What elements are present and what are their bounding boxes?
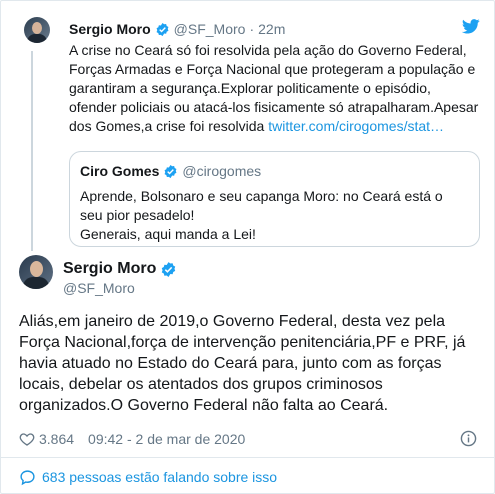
tweet-timestamp[interactable]: 09:42 - 2 de mar de 2020 — [88, 431, 245, 447]
quoted-tweet-link[interactable]: twitter.com/cirogomes/stat… — [268, 118, 444, 134]
author-handle[interactable]: @SF_Moro — [174, 21, 246, 37]
parent-tweet[interactable]: Sergio Moro @SF_Moro · 22m A crise no Ce… — [11, 11, 486, 251]
quoted-author-name[interactable]: Ciro Gomes — [80, 163, 159, 179]
quoted-text-line: Generais, aqui manda a Lei! — [80, 226, 256, 242]
heart-icon[interactable] — [19, 431, 35, 447]
verified-badge-icon — [162, 261, 176, 277]
author-handle[interactable]: @SF_Moro — [63, 280, 135, 296]
author-name[interactable]: Sergio Moro — [69, 21, 151, 37]
quoted-tweet[interactable]: Ciro Gomes @cirogomes Aprende, Bolsonaro… — [69, 151, 480, 247]
parent-tweet-header: Sergio Moro @SF_Moro · 22m — [69, 19, 285, 39]
quoted-tweet-header: Ciro Gomes @cirogomes — [80, 161, 469, 181]
like-count[interactable]: 3.864 — [39, 431, 74, 447]
avatar[interactable] — [19, 255, 53, 289]
main-tweet-header: Sergio Moro — [63, 260, 181, 278]
quoted-text-line: Aprende, Bolsonaro e seu capanga Moro: n… — [80, 188, 443, 223]
info-icon[interactable] — [460, 430, 477, 447]
twitter-bird-icon[interactable] — [462, 19, 480, 34]
quoted-author-handle[interactable]: @cirogomes — [182, 163, 261, 179]
divider — [1, 457, 495, 458]
verified-badge-icon — [156, 22, 169, 36]
avatar[interactable] — [24, 17, 50, 43]
verified-badge-icon — [164, 164, 177, 178]
tweet-actions: 3.864 09:42 - 2 de mar de 2020 — [19, 429, 479, 449]
quoted-tweet-text: Aprende, Bolsonaro e seu capanga Moro: n… — [80, 187, 469, 244]
speech-bubble-icon — [20, 469, 35, 485]
embedded-tweet-card: Sergio Moro @SF_Moro · 22m A crise no Ce… — [0, 0, 495, 494]
thread-connector-line — [31, 51, 33, 251]
tweet-time[interactable]: 22m — [258, 21, 285, 37]
author-name[interactable]: Sergio Moro — [63, 260, 156, 278]
parent-tweet-text: A crise no Ceará só foi resolvida pela a… — [69, 41, 479, 136]
conversation-link[interactable]: 683 pessoas estão falando sobre isso — [19, 467, 277, 487]
separator-dot: · — [249, 21, 255, 37]
main-tweet-text: Aliás,em janeiro de 2019,o Governo Feder… — [19, 313, 466, 414]
conversation-text[interactable]: 683 pessoas estão falando sobre isso — [42, 469, 277, 485]
